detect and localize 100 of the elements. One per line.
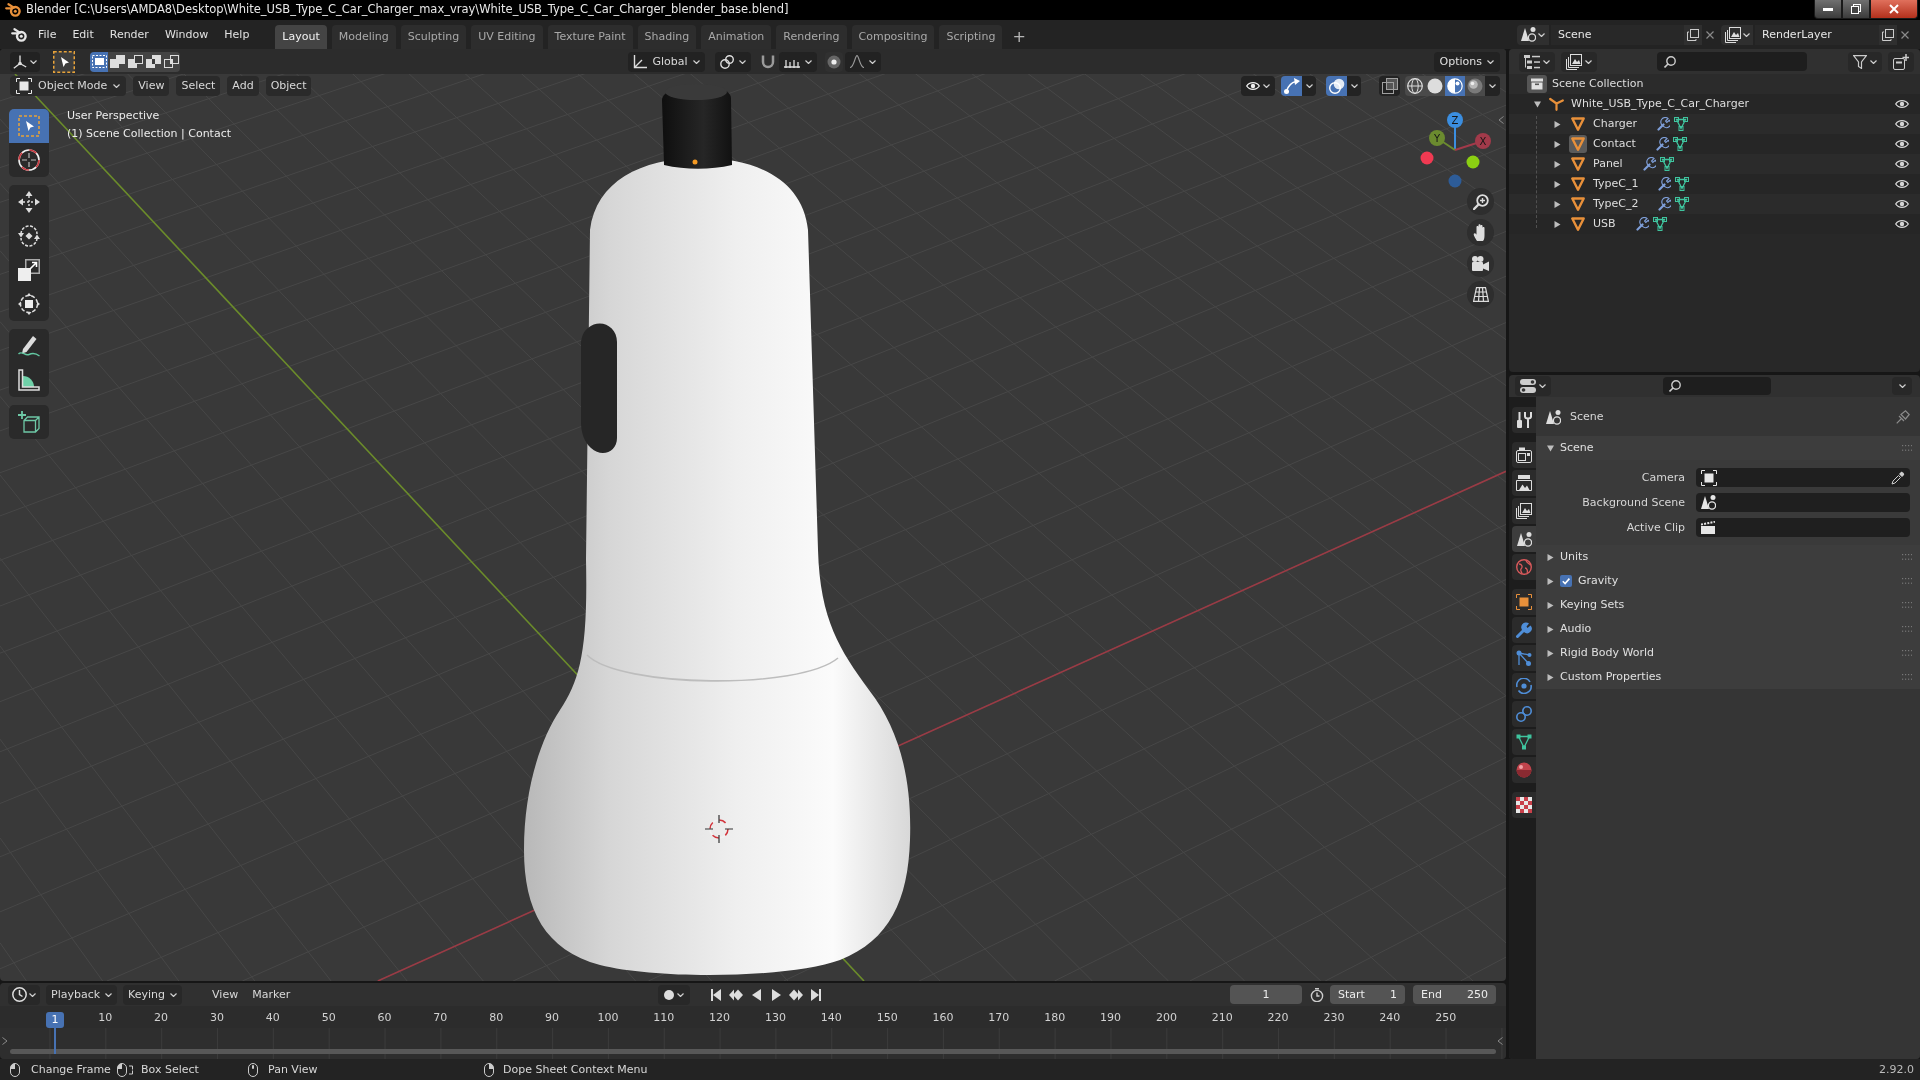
xray-toggle[interactable]: [1379, 76, 1400, 96]
selection-mode-button[interactable]: [108, 51, 126, 72]
solid-shading-button[interactable]: [1425, 76, 1445, 96]
cursor-crosshair-icon[interactable]: [704, 814, 734, 844]
wrench-icon[interactable]: [1635, 217, 1649, 231]
horizontal-scrollbar[interactable]: [10, 1049, 1496, 1054]
workspace-tab[interactable]: Layout: [275, 25, 327, 49]
eye-icon[interactable]: [1895, 159, 1909, 169]
triangle-icon[interactable]: [1571, 197, 1585, 211]
close-icon[interactable]: [1900, 30, 1909, 39]
outliner-item-label[interactable]: TypeC_1: [1593, 177, 1639, 191]
rendered-shading-button[interactable]: [1465, 76, 1485, 96]
editor-type-button[interactable]: [10, 51, 40, 72]
new-collection-button[interactable]: [1888, 51, 1914, 72]
disclosure-triangle-icon[interactable]: [1554, 120, 1561, 128]
panel-header[interactable]: Custom Properties: [1536, 665, 1920, 689]
transform-tool[interactable]: [9, 287, 49, 321]
view-layer-name-field[interactable]: RenderLayer: [1755, 24, 1879, 45]
selection-mode-button[interactable]: [90, 51, 108, 72]
menu-item[interactable]: View: [133, 76, 170, 96]
disclosure-triangle-icon[interactable]: [1547, 577, 1554, 585]
search-field[interactable]: [1657, 52, 1807, 71]
eye-icon[interactable]: [1895, 219, 1909, 229]
cursor-tool[interactable]: [9, 143, 49, 177]
camera-view-button[interactable]: [1467, 250, 1494, 277]
menu-item[interactable]: Select: [176, 76, 221, 96]
outliner-item-label[interactable]: Panel: [1593, 157, 1623, 171]
stopwatch-icon[interactable]: [1310, 987, 1324, 1002]
texture-tab[interactable]: [1512, 792, 1536, 818]
move-tool[interactable]: [9, 185, 49, 219]
snap-target-dropdown[interactable]: [779, 51, 817, 72]
disclosure-triangle-icon[interactable]: [1554, 200, 1561, 208]
triangle-icon[interactable]: [1571, 177, 1585, 191]
gizmo-toggle[interactable]: [1281, 76, 1302, 96]
render-tab[interactable]: [1512, 442, 1536, 468]
eyedropper-icon[interactable]: [1891, 470, 1905, 485]
active-clip-field[interactable]: [1696, 518, 1910, 537]
view-layer-browse-dropdown[interactable]: [1721, 24, 1753, 45]
physics-tab[interactable]: [1512, 673, 1536, 699]
auto-keying-button[interactable]: [658, 984, 690, 1005]
mesh-triangle-icon[interactable]: [1675, 197, 1690, 211]
add-cube-tool[interactable]: [9, 405, 49, 439]
disclosure-triangle-icon[interactable]: [1547, 673, 1554, 681]
mesh-triangle-icon[interactable]: [1674, 117, 1688, 131]
options-dropdown[interactable]: [1892, 377, 1912, 395]
menu-item[interactable]: View: [206, 984, 245, 1005]
eye-icon[interactable]: [1895, 99, 1909, 109]
filter-dropdown[interactable]: [1848, 51, 1882, 72]
search-field[interactable]: [1663, 377, 1771, 395]
overlay-options-dropdown[interactable]: [1347, 76, 1361, 96]
panel-header[interactable]: Scene: [1536, 436, 1920, 460]
workspace-tab[interactable]: Modeling: [331, 25, 396, 49]
scene-browse-dropdown[interactable]: [1517, 24, 1549, 45]
display-mode-dropdown[interactable]: [1519, 51, 1555, 72]
falloff-dropdown[interactable]: [845, 51, 881, 72]
orientation-dropdown[interactable]: Global: [628, 51, 705, 72]
workspace-tab[interactable]: Animation: [701, 25, 772, 49]
disclosure-triangle-icon[interactable]: [1547, 553, 1554, 561]
axis-handle[interactable]: [1420, 151, 1434, 165]
outliner-item-label[interactable]: TypeC_2: [1593, 197, 1639, 211]
disclosure-triangle-icon[interactable]: [1554, 180, 1561, 188]
charger-body[interactable]: [524, 158, 911, 975]
start-frame-field[interactable]: Start 1: [1330, 985, 1405, 1004]
particles-tab[interactable]: [1512, 645, 1536, 671]
axis-handle[interactable]: Z: [1447, 112, 1463, 151]
axis-handle[interactable]: [1466, 155, 1480, 169]
disclosure-triangle-icon[interactable]: [1554, 220, 1561, 228]
panel-header[interactable]: Gravity: [1536, 569, 1920, 593]
chevron-left-icon[interactable]: [1498, 116, 1504, 124]
measure-tool[interactable]: [9, 363, 49, 397]
object-tab[interactable]: [1512, 589, 1536, 615]
mesh-data-tab[interactable]: [1512, 729, 1536, 755]
tool-tab[interactable]: [1512, 407, 1536, 433]
disclosure-triangle-icon[interactable]: [1547, 601, 1554, 609]
wrench-icon[interactable]: [1655, 137, 1669, 151]
outliner-item-label[interactable]: USB: [1593, 217, 1616, 231]
material-tab[interactable]: [1512, 757, 1536, 783]
background-scene-field[interactable]: [1696, 493, 1910, 512]
mesh-triangle-icon[interactable]: [1675, 177, 1690, 191]
options-dropdown[interactable]: Options: [1433, 51, 1500, 72]
scene-tab[interactable]: [1512, 526, 1536, 552]
timeline-dropdown[interactable]: Keying: [123, 984, 183, 1005]
view-layer-tab[interactable]: [1512, 498, 1536, 524]
checkbox[interactable]: [1560, 575, 1572, 587]
proportional-editing-toggle[interactable]: [825, 51, 843, 72]
triangle-icon[interactable]: [1571, 157, 1585, 171]
eye-icon[interactable]: [1895, 139, 1909, 149]
disclosure-triangle-icon[interactable]: [1554, 160, 1561, 168]
menu-item[interactable]: Help: [216, 23, 258, 46]
wrench-icon[interactable]: [1658, 177, 1672, 191]
current-frame-field[interactable]: 1: [1230, 985, 1302, 1004]
editor-type-button[interactable]: [1515, 376, 1551, 396]
menu-item[interactable]: Window: [156, 23, 217, 46]
zoom-button[interactable]: [1467, 188, 1494, 215]
pan-button[interactable]: [1467, 219, 1494, 246]
eye-icon[interactable]: [1895, 179, 1909, 189]
outliner-item-label[interactable]: White_USB_Type_C_Car_Charger: [1571, 97, 1749, 111]
minimize-button[interactable]: [1814, 0, 1842, 19]
workspace-tab[interactable]: Shading: [637, 25, 697, 49]
panel-header[interactable]: Units: [1536, 545, 1920, 569]
